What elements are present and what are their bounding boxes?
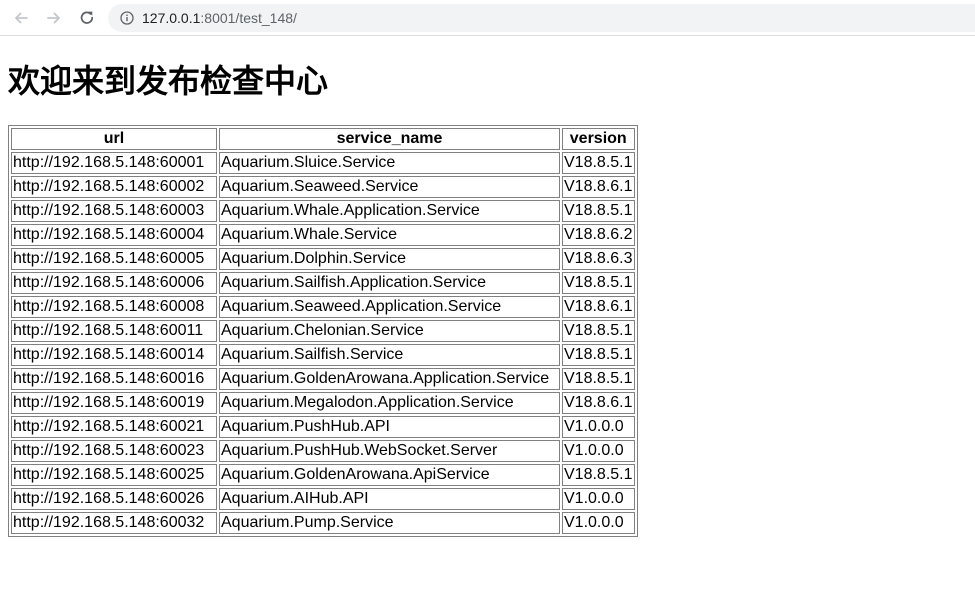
version-cell: V18.8.6.3 <box>562 248 635 270</box>
version-cell: V1.0.0.0 <box>562 488 635 510</box>
url-text[interactable]: 127.0.0.1:8001/test_148/ <box>142 10 297 26</box>
table-row: http://192.168.5.148:60025 Aquarium.Golde… <box>11 464 635 486</box>
url-cell: http://192.168.5.148:60004 <box>11 224 217 246</box>
back-button[interactable] <box>9 6 33 30</box>
table-row: http://192.168.5.148:60005 Aquarium.Dolph… <box>11 248 635 270</box>
url-cell: http://192.168.5.148:60003 <box>11 200 217 222</box>
url-cell: http://192.168.5.148:60032 <box>11 512 217 534</box>
forward-button[interactable] <box>42 6 66 30</box>
service-name-cell: Aquarium.Dolphin.Service <box>219 248 560 270</box>
table-row: http://192.168.5.148:60023 Aquarium.PushH… <box>11 440 635 462</box>
table-row: http://192.168.5.148:60001 Aquarium.Sluic… <box>11 152 635 174</box>
table-row: http://192.168.5.148:60003 Aquarium.Whale… <box>11 200 635 222</box>
service-name-cell: Aquarium.Chelonian.Service <box>219 320 560 342</box>
service-name-cell: Aquarium.Seaweed.Service <box>219 176 560 198</box>
version-cell: V18.8.5.1 <box>562 320 635 342</box>
service-name-cell: Aquarium.PushHub.API <box>219 416 560 438</box>
table-row: http://192.168.5.148:60019 Aquarium.Megal… <box>11 392 635 414</box>
page-title: 欢迎来到发布检查中心 <box>8 62 329 100</box>
service-name-cell: Aquarium.Sailfish.Service <box>219 344 560 366</box>
service-name-cell: Aquarium.Sailfish.Application.Service <box>219 272 560 294</box>
url-cell: http://192.168.5.148:60014 <box>11 344 217 366</box>
version-cell: V18.8.6.2 <box>562 224 635 246</box>
version-cell: V18.8.5.1 <box>562 272 635 294</box>
version-cell: V18.8.6.1 <box>562 392 635 414</box>
version-cell: V1.0.0.0 <box>562 512 635 534</box>
url-host: 127.0.0.1 <box>142 10 201 26</box>
version-cell: V18.8.6.1 <box>562 296 635 318</box>
url-cell: http://192.168.5.148:60001 <box>11 152 217 174</box>
page-content: 欢迎来到发布检查中心 url service_name version http… <box>0 37 975 606</box>
table-row: http://192.168.5.148:60026 Aquarium.AIHub… <box>11 488 635 510</box>
table-row: http://192.168.5.148:60021 Aquarium.PushH… <box>11 416 635 438</box>
version-cell: V1.0.0.0 <box>562 416 635 438</box>
table-row: http://192.168.5.148:60014 Aquarium.Sailf… <box>11 344 635 366</box>
url-cell: http://192.168.5.148:60025 <box>11 464 217 486</box>
address-bar[interactable]: 127.0.0.1:8001/test_148/ <box>108 4 975 32</box>
version-cell: V18.8.5.1 <box>562 200 635 222</box>
table-row: http://192.168.5.148:60016 Aquarium.Golde… <box>11 368 635 390</box>
browser-toolbar: 127.0.0.1:8001/test_148/ <box>0 0 975 36</box>
column-header-version: version <box>562 128 635 150</box>
url-cell: http://192.168.5.148:60002 <box>11 176 217 198</box>
service-name-cell: Aquarium.PushHub.WebSocket.Server <box>219 440 560 462</box>
url-cell: http://192.168.5.148:60006 <box>11 272 217 294</box>
table-row: http://192.168.5.148:60011 Aquarium.Chelo… <box>11 320 635 342</box>
table-body: http://192.168.5.148:60001 Aquarium.Sluic… <box>11 152 635 534</box>
reload-button[interactable] <box>75 6 99 30</box>
url-cell: http://192.168.5.148:60005 <box>11 248 217 270</box>
service-name-cell: Aquarium.AIHub.API <box>219 488 560 510</box>
version-cell: V18.8.5.1 <box>562 464 635 486</box>
url-cell: http://192.168.5.148:60026 <box>11 488 217 510</box>
services-table: url service_name version http://192.168.… <box>8 125 638 537</box>
url-path: :8001/test_148/ <box>200 10 297 26</box>
service-name-cell: Aquarium.Whale.Application.Service <box>219 200 560 222</box>
url-cell: http://192.168.5.148:60019 <box>11 392 217 414</box>
url-cell: http://192.168.5.148:60008 <box>11 296 217 318</box>
service-name-cell: Aquarium.Sluice.Service <box>219 152 560 174</box>
version-cell: V18.8.5.1 <box>562 152 635 174</box>
arrow-right-icon <box>47 12 60 24</box>
table-row: http://192.168.5.148:60008 Aquarium.Seawe… <box>11 296 635 318</box>
service-name-cell: Aquarium.Whale.Service <box>219 224 560 246</box>
table-header-row: url service_name version <box>11 128 635 150</box>
service-name-cell: Aquarium.Pump.Service <box>219 512 560 534</box>
table-row: http://192.168.5.148:60032 Aquarium.Pump.… <box>11 512 635 534</box>
url-cell: http://192.168.5.148:60016 <box>11 368 217 390</box>
table-row: http://192.168.5.148:60002 Aquarium.Seawe… <box>11 176 635 198</box>
table-row: http://192.168.5.148:60004 Aquarium.Whale… <box>11 224 635 246</box>
service-name-cell: Aquarium.Megalodon.Application.Service <box>219 392 560 414</box>
version-cell: V18.8.5.1 <box>562 344 635 366</box>
info-icon[interactable] <box>120 11 134 25</box>
service-name-cell: Aquarium.Seaweed.Application.Service <box>219 296 560 318</box>
arrow-left-icon <box>15 12 28 24</box>
version-cell: V18.8.6.1 <box>562 176 635 198</box>
table-row: http://192.168.5.148:60006 Aquarium.Sailf… <box>11 272 635 294</box>
service-name-cell: Aquarium.GoldenArowana.ApiService <box>219 464 560 486</box>
column-header-service-name: service_name <box>219 128 560 150</box>
reload-icon <box>80 11 94 24</box>
service-name-cell: Aquarium.GoldenArowana.Application.Servi… <box>219 368 560 390</box>
column-header-url: url <box>11 128 217 150</box>
version-cell: V18.8.5.1 <box>562 368 635 390</box>
version-cell: V1.0.0.0 <box>562 440 635 462</box>
url-cell: http://192.168.5.148:60021 <box>11 416 217 438</box>
url-cell: http://192.168.5.148:60011 <box>11 320 217 342</box>
url-cell: http://192.168.5.148:60023 <box>11 440 217 462</box>
